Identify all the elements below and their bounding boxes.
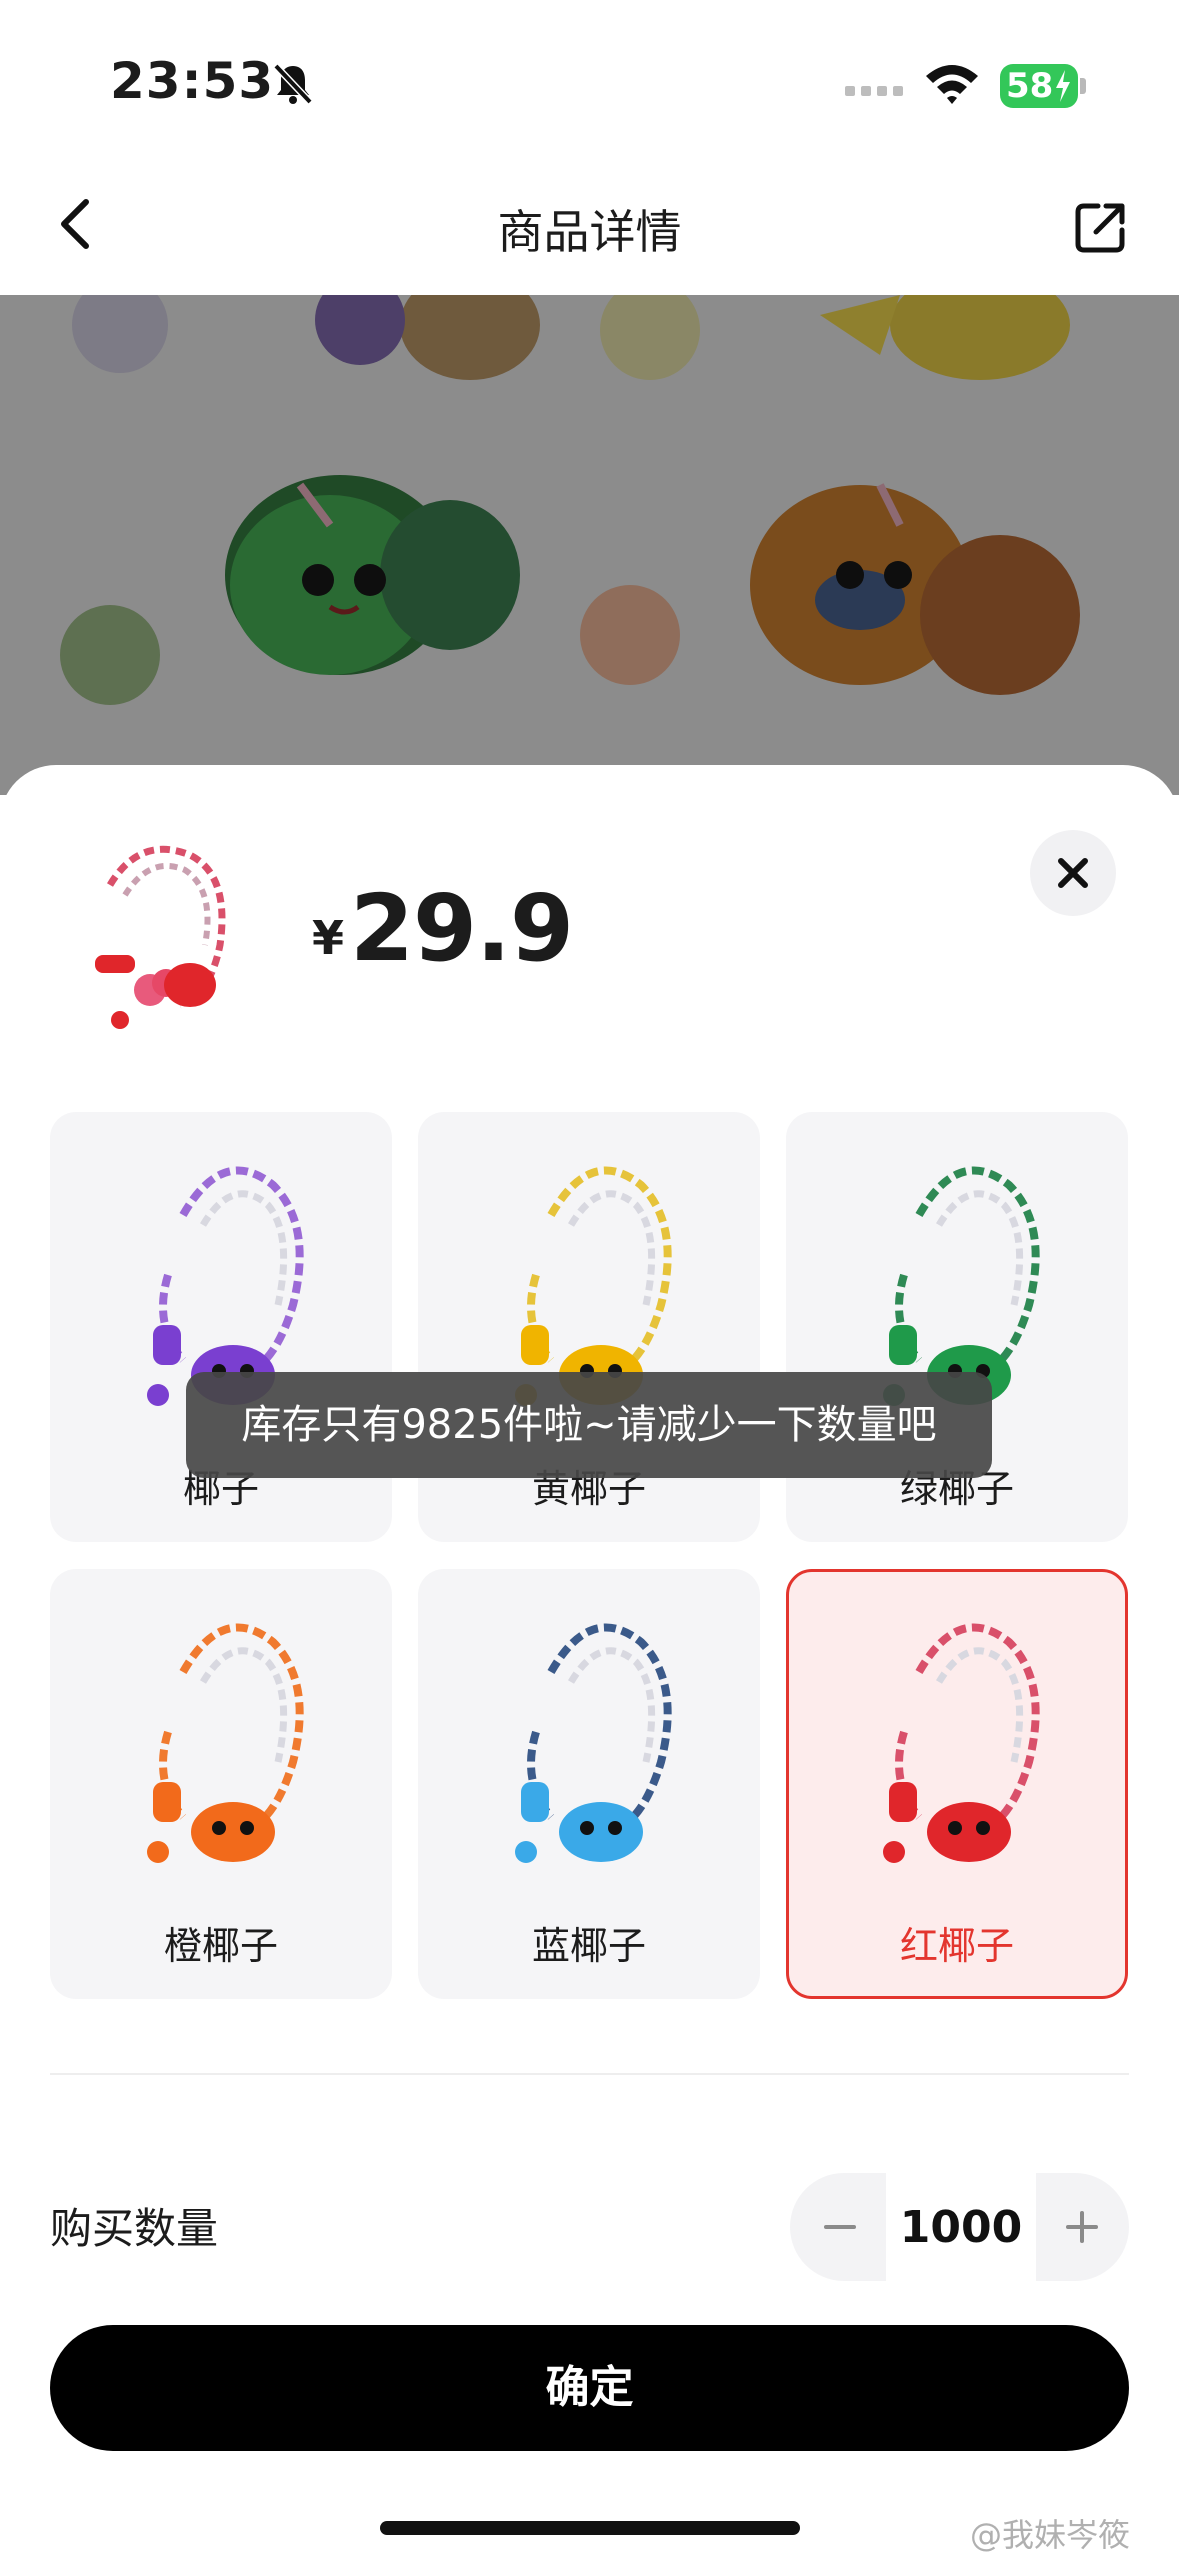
wifi-icon [926, 65, 978, 104]
close-button[interactable] [1030, 830, 1116, 916]
price-currency: ¥ [312, 911, 345, 965]
variant-card-blue-coconut[interactable]: 蓝椰子 [418, 1569, 760, 1999]
product-banner-image [0, 295, 1179, 795]
battery-level: 58 [1006, 66, 1054, 106]
quantity-input[interactable] [886, 2173, 1036, 2281]
product-banner-illustration [0, 295, 1179, 795]
price-value: 29.9 [350, 875, 574, 982]
navigation-bar: 商品详情 [0, 150, 1179, 295]
increase-quantity-button[interactable] [1036, 2173, 1129, 2281]
variant-label: 蓝椰子 [531, 1924, 646, 1968]
variant-label: 红椰子 [899, 1924, 1014, 1968]
variant-image [147, 1623, 304, 1863]
variant-card-red-coconut[interactable]: 红椰子 [786, 1569, 1128, 1999]
bell-muted-icon [273, 63, 313, 105]
variant-label: 橙椰子 [163, 1924, 278, 1968]
watermark: @我妹岑筱 [970, 2516, 1131, 2554]
status-bar: 23:53 58 [0, 0, 1179, 150]
selected-variant-thumbnail [95, 845, 226, 1029]
variant-card-orange-coconut[interactable]: 橙椰子 [50, 1569, 392, 1999]
sku-selector-sheet: ¥29.9 椰子 黄椰子 绿椰子 橙椰子 蓝椰子 红椰子 购买数量 1000 确… [0, 765, 1179, 2556]
variant-image [883, 1623, 1040, 1863]
quantity-stepper [790, 2173, 1129, 2281]
battery-cap [1080, 78, 1086, 94]
cellular-signal-icon [845, 86, 903, 96]
price: ¥29.9 [312, 875, 574, 982]
charging-bolt-icon [1056, 70, 1070, 102]
share-icon[interactable] [1072, 198, 1130, 256]
close-icon [1058, 858, 1088, 888]
home-indicator [380, 2521, 800, 2535]
battery-indicator: 58 [1000, 64, 1078, 108]
page-title: 商品详情 [497, 205, 682, 259]
stock-limit-toast: 库存只有9825件啦~请减少一下数量吧 [186, 1372, 992, 1478]
confirm-button[interactable]: 确定 [50, 2325, 1129, 2451]
decrease-quantity-button[interactable] [790, 2173, 886, 2281]
status-time: 23:53 [110, 52, 275, 110]
quantity-label: 购买数量 [50, 2204, 219, 2253]
divider [50, 2073, 1129, 2075]
variant-image [515, 1623, 672, 1863]
